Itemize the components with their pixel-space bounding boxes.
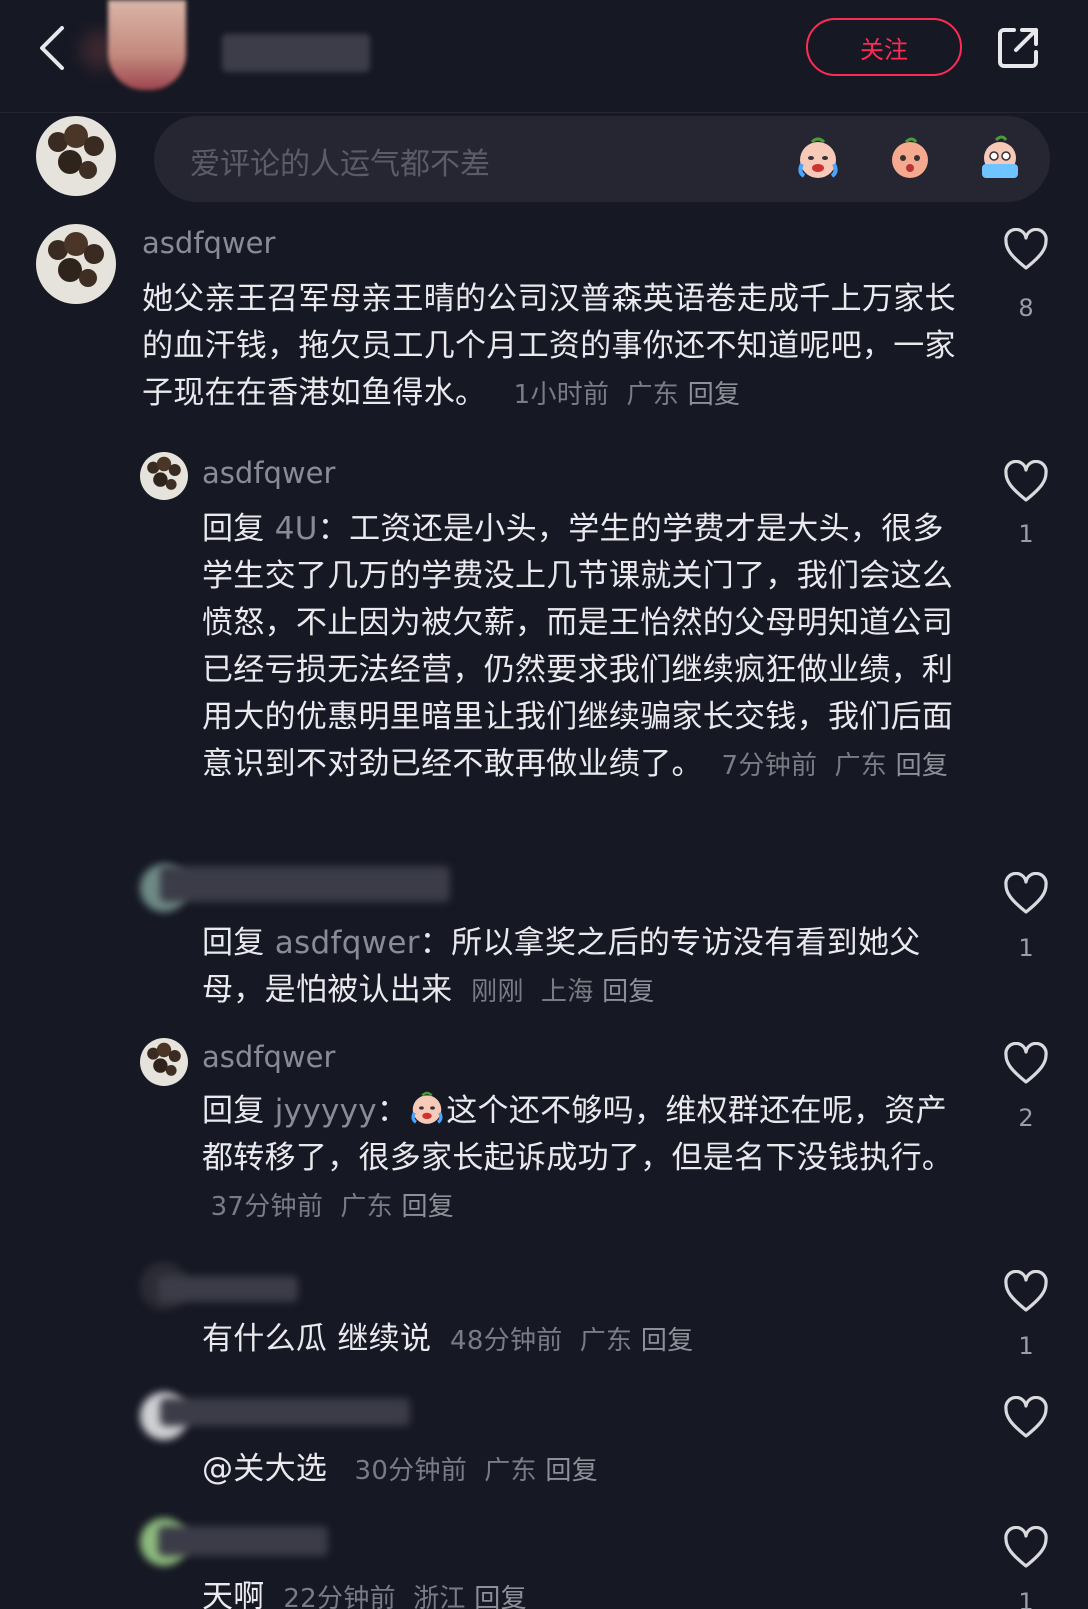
author-name-blurred[interactable] [222, 34, 370, 72]
reply-time: 7分钟前 [721, 751, 818, 781]
heart-outline-icon [1004, 871, 1048, 914]
reply-meta: 37分钟前 广东 回复 [202, 1192, 454, 1222]
share-button[interactable] [994, 24, 1042, 72]
heart-outline-icon [1004, 1269, 1048, 1312]
like-count: 8 [1018, 294, 1034, 322]
reply-item: 有什么瓜 继续说 48分钟前 广东 回复 1 [0, 1256, 1088, 1366]
back-button[interactable] [30, 22, 74, 74]
reply-prefix: 回复 [202, 511, 265, 547]
reply-body: 有什么瓜 继续说 48分钟前 广东 回复 [202, 1316, 954, 1365]
reply-prefix: 回复 [202, 925, 265, 961]
like-button[interactable] [1003, 1269, 1049, 1314]
reply-text: 天啊 [202, 1579, 265, 1609]
share-icon [998, 28, 1038, 68]
reply-item: @关大选 30分钟前 广东 回复 [0, 1384, 1088, 1494]
reply-location: 广东 [340, 1192, 393, 1222]
comment-item: asdfqwer 她父亲王召军母亲王晴的公司汉普森英语卷走成千上万家长的血汗钱，… [0, 214, 1088, 414]
heart-outline-icon [1004, 1395, 1048, 1438]
comment-time: 1小时前 [513, 380, 610, 410]
reply-button[interactable]: 回复 [402, 1192, 455, 1222]
reply-meta: 7分钟前 广东 回复 [713, 751, 948, 781]
top-bar: 关注 [0, 0, 1088, 113]
comment-body: 她父亲王召军母亲王晴的公司汉普森英语卷走成千上万家长的血汗钱，拖欠员工几个月工资… [142, 276, 964, 419]
reply-text: 工资还是小头，学生的学费才是大头，很多学生交了几万的学费没上几节课就关门了，我们… [202, 511, 954, 782]
like-button[interactable] [1003, 1041, 1049, 1086]
comment-input-row: 爱评论的人运气都不差 [0, 112, 1088, 202]
my-avatar [36, 116, 116, 196]
crying-face-emoji[interactable] [794, 134, 842, 182]
user-avatar[interactable] [36, 224, 116, 304]
reply-item: 天啊 22分钟前 浙江 回复 1 [0, 1512, 1088, 1609]
peach-face-emoji[interactable] [886, 134, 934, 182]
reply-target[interactable]: 4U [275, 511, 318, 547]
reply-body: @关大选 30分钟前 广东 回复 [202, 1446, 954, 1495]
reply-username[interactable]: asdfqwer [202, 1040, 335, 1074]
reply-username-blurred[interactable] [160, 1398, 410, 1426]
reply-location: 浙江 [413, 1584, 466, 1609]
reply-body: 回复 4U：工资还是小头，学生的学费才是大头，很多学生交了几万的学费没上几节课就… [202, 511, 954, 782]
reply-location: 广东 [484, 1456, 537, 1486]
like-button[interactable] [1003, 1525, 1049, 1570]
heart-outline-icon [1004, 227, 1048, 270]
reply-button[interactable]: 回复 [896, 751, 949, 781]
reply-body: 回复 asdfqwer：所以拿奖之后的专访没有看到她父母，是怕被认出来 刚刚 上… [202, 925, 921, 1008]
comment-username[interactable]: asdfqwer [142, 226, 275, 260]
reply-location: 上海 [540, 977, 594, 1007]
reply-meta: 30分钟前 广东 回复 [337, 1456, 598, 1486]
reply-item: asdfqwer 回复 4U：工资还是小头，学生的学费才是大头，很多学生交了几万… [0, 440, 1088, 840]
reply-location: 广东 [579, 1326, 633, 1356]
reply-username-blurred[interactable] [158, 1526, 328, 1556]
reply-location: 广东 [834, 751, 888, 781]
user-avatar[interactable] [140, 1038, 188, 1086]
reply-button[interactable]: 回复 [545, 1456, 598, 1486]
user-avatar[interactable] [140, 452, 188, 500]
reply-text: 有什么瓜 继续说 [202, 1321, 432, 1357]
reply-item: asdfqwer 回复 jyyyyy： 这个还不够吗，维权群还在呢，资产都转移了… [0, 1028, 1088, 1228]
reply-button[interactable]: 回复 [688, 380, 741, 410]
reply-username-blurred[interactable] [158, 1276, 298, 1302]
like-count: 1 [1018, 520, 1034, 548]
like-button[interactable] [1003, 871, 1049, 916]
reply-time: 刚刚 [471, 977, 524, 1007]
reply-username[interactable]: asdfqwer [202, 456, 335, 490]
reply-button[interactable]: 回复 [641, 1326, 694, 1356]
author-avatar[interactable] [108, 0, 186, 90]
reply-username-blurred[interactable] [160, 866, 450, 902]
reply-target[interactable]: jyyyyy [275, 1093, 377, 1129]
reply-button[interactable]: 回复 [602, 977, 655, 1007]
comment-meta: 1小时前 广东 回复 [496, 380, 740, 410]
reply-prefix: 回复 [202, 1093, 265, 1129]
reply-body: 天啊 22分钟前 浙江 回复 [202, 1574, 954, 1609]
heart-outline-icon [1004, 459, 1048, 502]
follow-button[interactable]: 关注 [806, 18, 962, 76]
like-count: 1 [1018, 1332, 1034, 1360]
like-button[interactable] [1003, 459, 1049, 504]
reply-button[interactable]: 回复 [474, 1584, 527, 1609]
sobbing-face-emoji[interactable] [976, 134, 1024, 182]
reply-target[interactable]: asdfqwer [275, 925, 420, 961]
reply-item: 回复 asdfqwer：所以拿奖之后的专访没有看到她父母，是怕被认出来 刚刚 上… [0, 858, 1088, 1008]
comment-input-placeholder: 爱评论的人运气都不差 [190, 147, 490, 182]
reply-text[interactable]: @关大选 [202, 1451, 327, 1487]
reply-meta: 22分钟前 浙江 回复 [275, 1584, 527, 1609]
like-button[interactable] [1003, 227, 1049, 272]
reply-meta: 48分钟前 广东 回复 [441, 1326, 693, 1356]
like-count: 1 [1018, 1588, 1034, 1609]
like-count: 2 [1018, 1104, 1034, 1132]
like-count: 1 [1018, 934, 1034, 962]
comment-location: 广东 [626, 380, 680, 410]
comment-input[interactable]: 爱评论的人运气都不差 [154, 116, 1050, 202]
reply-time: 48分钟前 [450, 1326, 563, 1356]
back-arrow-icon [40, 26, 64, 70]
reply-time: 30分钟前 [354, 1456, 468, 1486]
reply-body: 回复 jyyyyy： 这个还不够吗，维权群还在呢，资产都转移了，很多家长起诉成功… [202, 1088, 954, 1231]
like-button[interactable] [1003, 1395, 1049, 1440]
reply-time: 22分钟前 [283, 1584, 396, 1609]
reply-time: 37分钟前 [210, 1192, 324, 1222]
heart-outline-icon [1004, 1041, 1048, 1084]
heart-outline-icon [1004, 1525, 1048, 1568]
reply-meta: 刚刚 上海 回复 [463, 977, 655, 1007]
crying-face-emoji [411, 1091, 443, 1124]
